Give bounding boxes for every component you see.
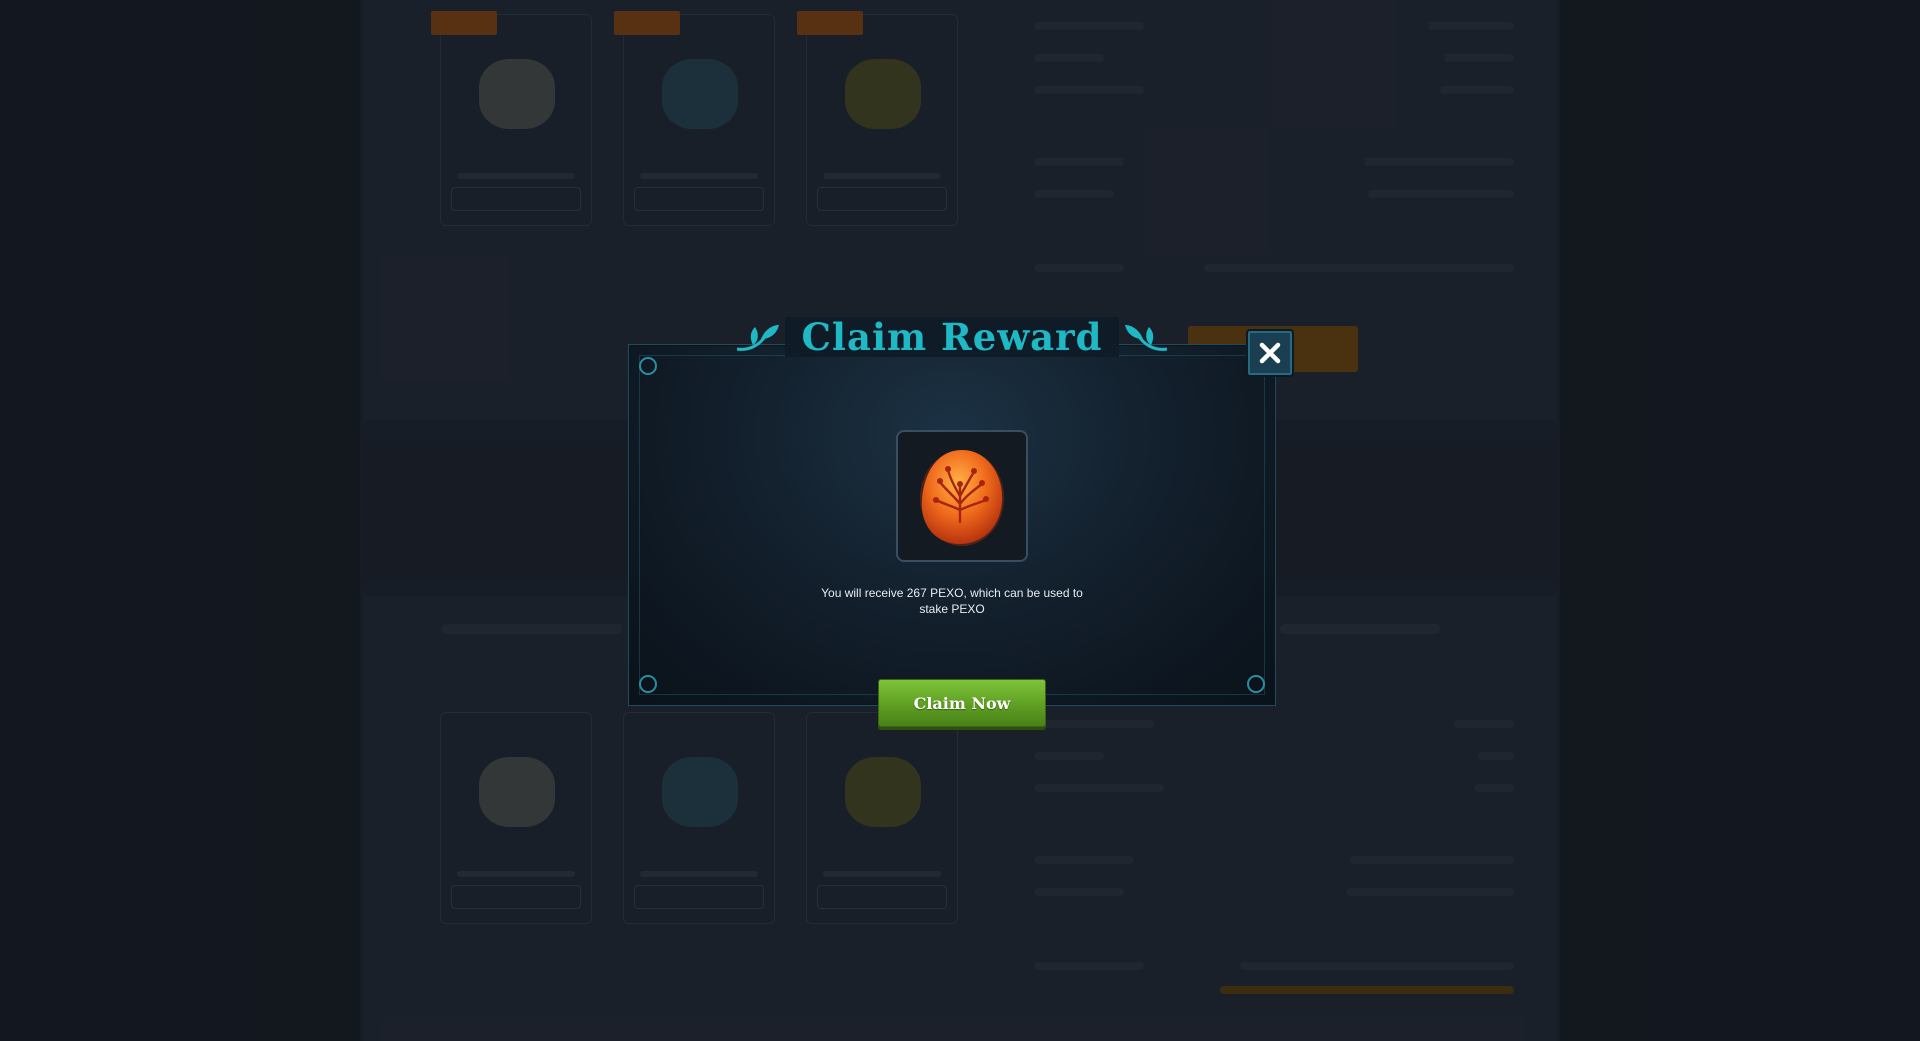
corner-ornament — [1247, 675, 1265, 693]
modal-title: Claim Reward — [785, 317, 1119, 357]
claim-now-button[interactable]: Claim Now — [878, 679, 1046, 727]
reward-message: You will receive 267 PEXO, which can be … — [821, 586, 1083, 616]
corner-ornament — [639, 357, 657, 375]
reward-item-frame — [896, 430, 1028, 562]
pexo-egg-icon — [920, 450, 1004, 546]
close-icon — [1259, 342, 1281, 364]
claim-reward-modal: Claim Reward You will receive 267 PEXO, … — [628, 317, 1294, 727]
corner-ornament — [639, 675, 657, 693]
leaf-ornament-left-icon — [736, 325, 780, 351]
leaf-ornament-right-icon — [1124, 325, 1168, 351]
close-button[interactable] — [1246, 329, 1294, 377]
modal-header: Claim Reward — [629, 317, 1275, 357]
